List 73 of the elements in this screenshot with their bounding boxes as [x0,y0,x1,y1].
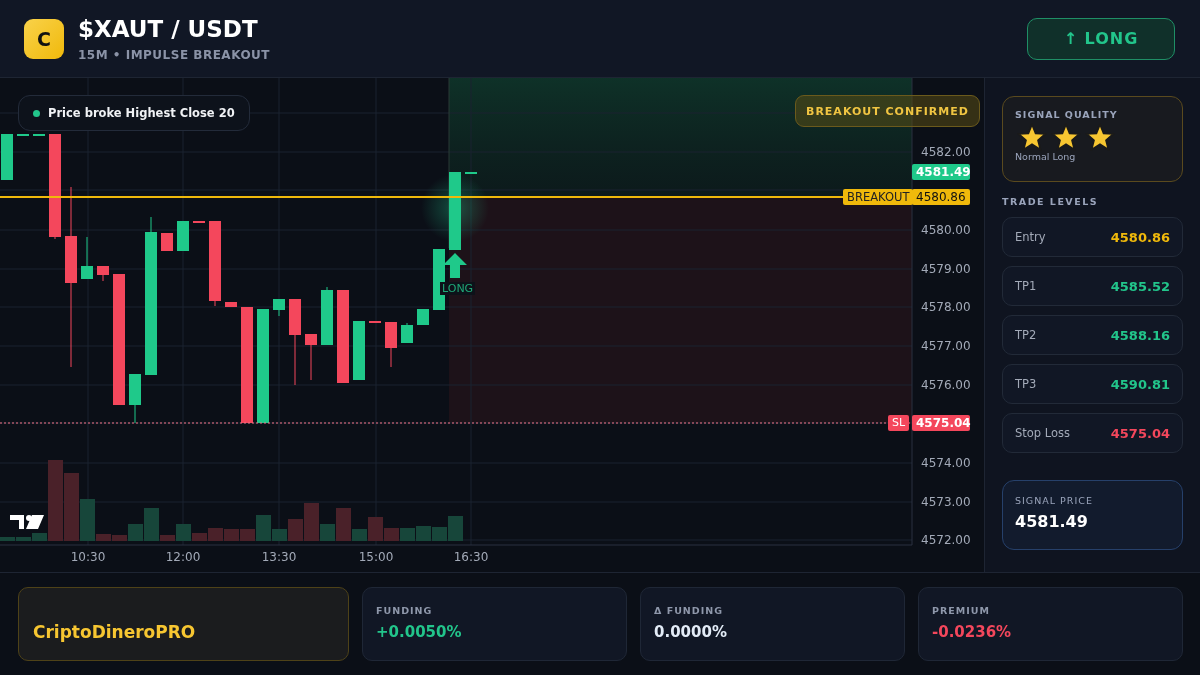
price-axis-label: 4579.00 [921,261,971,277]
time-axis-label: 13:30 [260,550,298,564]
logo-badge: C [24,18,64,59]
candle [305,333,317,381]
metric-label: Δ FUNDING [654,605,724,616]
long-button[interactable]: ↑ LONG [1027,17,1175,60]
candle [1,133,13,181]
signal-note: Price broke Highest Close 20 [18,95,250,131]
long-marker-label: LONG [440,282,476,295]
price-axis-label: 4572.00 [921,532,971,548]
star-icon [1085,123,1115,151]
candle [129,373,141,424]
metric-label: PREMIUM [932,605,991,616]
price-axis-label: 4576.00 [921,377,971,393]
level-label: TP2 [1015,328,1037,342]
metric-value: -0.0236% [932,623,1013,641]
logo-icon [10,515,44,529]
price-axis-label: 4573.00 [921,494,971,510]
time-axis-label: 10:30 [69,550,107,564]
pair-title: $XAUT / USDT [78,15,259,42]
metric-value: +0.0050% [376,623,463,641]
candle [273,298,285,317]
price-axis-label: 4577.00 [921,338,971,354]
candle [465,171,477,174]
candle [193,220,205,224]
level-value: 4588.16 [1110,327,1170,343]
last-price-tag: 4581.49 [912,164,970,180]
candle [177,220,189,252]
candle [33,133,45,137]
signal-price-label: SIGNAL PRICE [1015,495,1094,506]
breakout-price-tag: 4580.86 [912,189,970,205]
candle [417,308,429,326]
candle [81,236,93,280]
breakout-label: BREAKOUT [843,189,914,205]
time-axis-label: 12:00 [164,550,202,564]
metric-value: 0.0000% [654,623,728,641]
level-label: Entry [1015,230,1046,244]
section-heading: TRADE LEVELS [1002,196,1100,207]
brand-name: CriptoDineroPRO [33,622,196,642]
level-value: 4580.86 [1110,229,1170,245]
time-axis-label: 16:30 [452,550,490,564]
breakout-confirmed-badge: BREAKOUT CONFIRMED [795,95,980,127]
price-axis-label: 4578.00 [921,299,971,315]
level-label: Stop Loss [1015,426,1071,440]
price-axis-label: 4574.00 [921,455,971,471]
candle [353,320,365,381]
time-axis-label: 15:00 [357,550,395,564]
candle [433,248,445,311]
candle [369,320,381,324]
star-icon [1051,123,1081,151]
candle [321,286,333,346]
quality-label: Normal Long [1015,151,1077,162]
card-heading: SIGNAL QUALITY [1015,109,1119,120]
up-arrow-icon [443,253,467,278]
signal-price-value: 4581.49 [1015,512,1089,531]
level-value: 4585.52 [1110,278,1170,294]
level-value: 4575.04 [1110,425,1170,441]
metric-label: FUNDING [376,605,434,616]
stop-loss-label: SL [888,415,910,431]
price-axis-label: 4580.00 [921,222,971,238]
candle [385,321,397,368]
level-value: 4590.81 [1110,376,1170,392]
price-axis-label: 4582.00 [921,144,971,160]
candle [17,133,29,136]
candle [97,265,109,282]
strategy-subtitle: 15M • IMPULSE BREAKOUT [78,47,272,62]
level-label: TP3 [1015,377,1037,391]
level-label: TP1 [1015,279,1037,293]
candle [161,232,173,252]
stop-loss-price-tag: 4575.04 [912,415,970,431]
star-icon [1017,123,1047,151]
candle [401,322,413,344]
candle [225,301,237,308]
